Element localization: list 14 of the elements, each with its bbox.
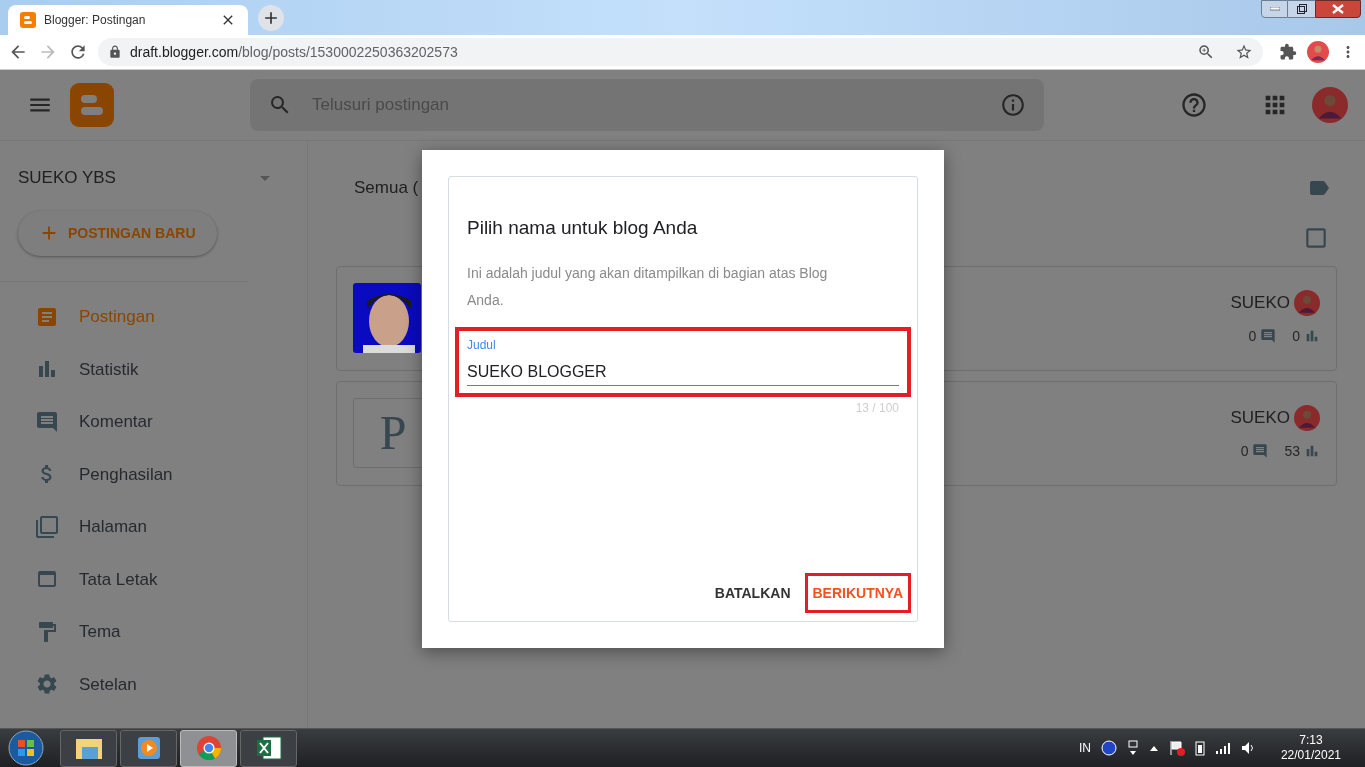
dialog-title: Pilih nama untuk blog Anda	[467, 216, 699, 240]
tab-title: Blogger: Postingan	[44, 12, 147, 29]
url-text: draft.blogger.com/blog/posts/1530002250363202573	[130, 42, 459, 62]
author-name: SUEKO	[1230, 291, 1290, 314]
thumbnail-letter: P	[379, 405, 407, 461]
author-name: SUEKO	[1230, 406, 1290, 429]
view-count: 53	[1284, 441, 1300, 461]
field-label: Judul	[467, 336, 497, 354]
view-count: 0	[1292, 326, 1300, 346]
comment-count: 0	[1248, 326, 1257, 346]
blog-name: SUEKO YBS	[18, 167, 116, 189]
filter-label: Semua (	[354, 177, 419, 199]
comment-count: 0	[1240, 441, 1249, 461]
dialog-description: Ini adalah judul yang akan ditampilkan di bagian atas Blog Anda.	[467, 263, 829, 310]
